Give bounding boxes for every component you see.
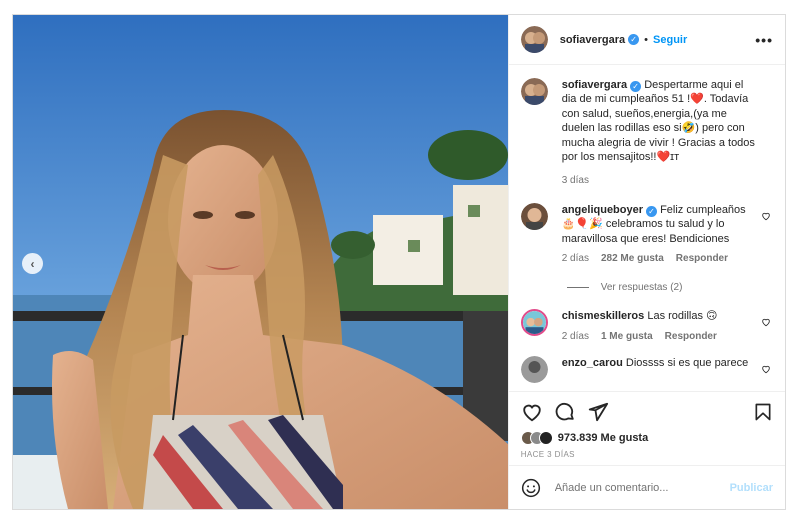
author-avatar[interactable]: [520, 26, 548, 53]
commenter-avatar[interactable]: [520, 202, 548, 230]
comment-likes[interactable]: 1 Me gusta: [601, 330, 653, 344]
instagram-post: ‹ sofiavergara ✓ • Seguir ••• sofiaverga…: [12, 14, 786, 510]
comment-likes[interactable]: 282 Me gusta: [601, 252, 664, 266]
caption-time[interactable]: 3 días: [562, 174, 589, 188]
post-header: sofiavergara ✓ • Seguir •••: [508, 15, 785, 65]
separator-dot: •: [644, 33, 649, 46]
likes-summary[interactable]: 973.839 Me gusta: [520, 428, 773, 448]
post-side-panel: sofiavergara ✓ • Seguir ••• sofiavergara…: [507, 15, 785, 509]
caption-username[interactable]: sofiavergara: [562, 79, 627, 91]
comment-username[interactable]: angeliqueboyer: [562, 204, 643, 216]
reply-button[interactable]: Responder: [676, 252, 728, 266]
chevron-left-icon: ‹: [30, 256, 35, 271]
author-avatar[interactable]: [520, 78, 548, 105]
comment-username[interactable]: chismeskilleros: [562, 310, 645, 322]
comment-icon[interactable]: [554, 401, 576, 423]
caption: sofiavergara ✓ Despertarme aqui el dia de…: [520, 78, 773, 189]
post-actions: 973.839 Me gusta HACE 3 DÍAS: [508, 391, 785, 459]
comment-input[interactable]: [554, 481, 730, 494]
comment-text: Las rodillas 🙃: [647, 310, 718, 323]
bookmark-icon[interactable]: [753, 402, 773, 422]
heart-icon[interactable]: [521, 401, 543, 423]
comment-item: enzo_carou Diossss si es que parece: [520, 356, 773, 384]
reply-button[interactable]: Responder: [665, 330, 717, 344]
emoji-icon[interactable]: [521, 478, 541, 498]
comments-list[interactable]: sofiavergara ✓ Despertarme aqui el dia de…: [509, 66, 785, 391]
likes-count[interactable]: 973.839 Me gusta: [558, 432, 649, 444]
selfie-photo: [13, 15, 508, 509]
add-comment-bar: Publicar: [508, 465, 785, 509]
post-photo[interactable]: ‹: [13, 15, 508, 509]
share-icon[interactable]: [587, 401, 609, 423]
view-replies-label[interactable]: Ver respuestas (2): [601, 282, 683, 293]
more-horizontal-icon[interactable]: •••: [755, 32, 773, 48]
comment-text: Diossss si es que parece: [625, 357, 749, 370]
verified-badge-icon: ✓: [646, 205, 658, 217]
caption-text: Despertarme aqui el dia de mi cumpleaños…: [561, 79, 755, 164]
view-replies-button[interactable]: Ver respuestas (2): [566, 282, 773, 293]
follow-button[interactable]: Seguir: [653, 34, 687, 46]
verified-badge-icon: ✓: [630, 81, 642, 92]
replies-divider: [566, 287, 589, 289]
heart-icon[interactable]: [761, 317, 771, 327]
comment-time[interactable]: 2 días: [562, 330, 589, 344]
author-username[interactable]: sofiavergara: [560, 34, 625, 46]
comment-time[interactable]: 2 días: [562, 252, 589, 266]
commenter-avatar[interactable]: [520, 309, 548, 337]
heart-icon[interactable]: [761, 364, 771, 374]
publish-button[interactable]: Publicar: [730, 482, 773, 494]
post-time-ago[interactable]: HACE 3 DÍAS: [521, 450, 773, 459]
liker-avatars: [520, 431, 553, 445]
carousel-prev-button[interactable]: ‹: [22, 253, 43, 274]
heart-icon[interactable]: [761, 211, 771, 221]
verified-badge-icon: ✓: [628, 34, 640, 45]
comment-item: angeliqueboyer ✓ Feliz cumpleaños 🎂🎈🎉 cel…: [520, 202, 773, 267]
commenter-avatar[interactable]: [520, 356, 548, 384]
comment-item: chismeskilleros Las rodillas 🙃 2 días 1 …: [520, 309, 773, 344]
comment-username[interactable]: enzo_carou: [562, 357, 623, 369]
